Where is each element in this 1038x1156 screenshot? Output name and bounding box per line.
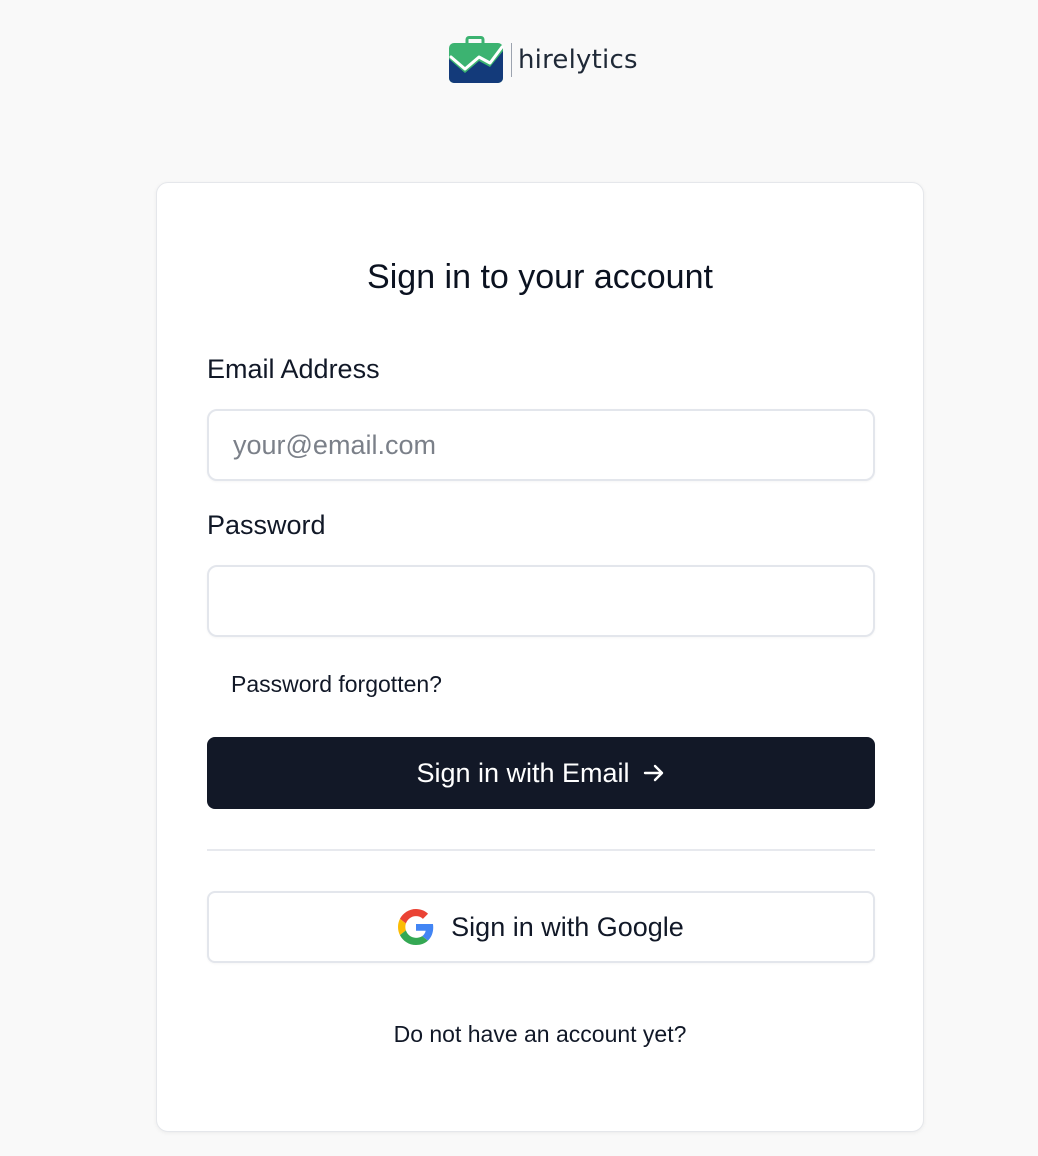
sign-in-google-label: Sign in with Google: [451, 911, 684, 942]
password-label: Password: [207, 510, 326, 540]
page-title: Sign in to your account: [367, 258, 713, 296]
signup-link[interactable]: Do not have an account yet?: [394, 1021, 687, 1047]
sign-in-email-button[interactable]: Sign in with Email: [207, 737, 875, 809]
password-field[interactable]: [207, 565, 875, 637]
arrow-right-icon: [643, 764, 663, 782]
google-icon: [398, 909, 434, 945]
sign-in-email-label: Sign in with Email: [416, 757, 630, 788]
sign-in-google-button[interactable]: Sign in with Google: [207, 891, 875, 963]
briefcase-chart-logo-icon: [449, 36, 504, 83]
forgot-password-link[interactable]: Password forgotten?: [231, 669, 442, 699]
signin-card: Sign in to your account Email Address Pa…: [156, 182, 924, 1132]
divider: [207, 849, 875, 851]
brand-logo: hirelytics: [448, 36, 638, 84]
brand-name: hirelytics: [518, 45, 638, 75]
email-label: Email Address: [207, 354, 380, 384]
signup-prompt: Do not have an account yet?: [157, 1019, 923, 1049]
logo-divider: [511, 43, 512, 77]
email-field[interactable]: [207, 409, 875, 481]
